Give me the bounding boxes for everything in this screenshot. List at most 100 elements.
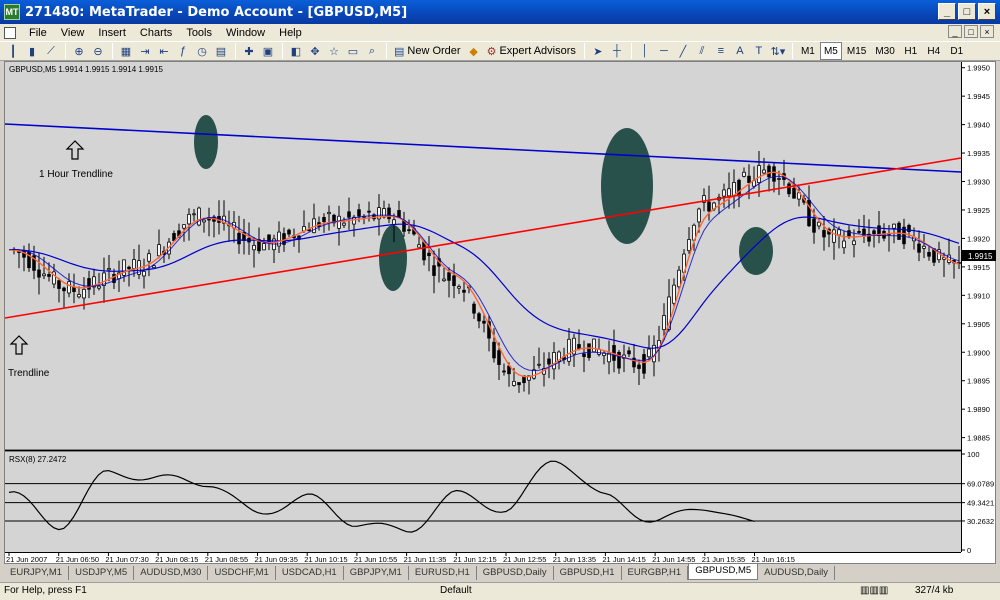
rsx-tick-label: 49.3421 — [967, 499, 994, 508]
timeframe-m15[interactable]: M15 — [843, 42, 870, 60]
price-tick-label: 1.9920 — [967, 234, 990, 243]
zoom-in-icon[interactable]: ⊕ — [70, 42, 88, 60]
new-chart-icon[interactable]: ✚ — [240, 42, 258, 60]
candle-body — [582, 353, 586, 357]
candle-body — [147, 253, 151, 262]
rsx-tick-label: 69.0789 — [967, 480, 994, 489]
candle-body — [327, 211, 331, 215]
profiles-icon[interactable]: ▣ — [259, 42, 277, 60]
candle-body — [142, 270, 146, 277]
candle-body — [497, 350, 501, 365]
vertical-line-icon[interactable]: │ — [636, 42, 654, 60]
candle-body — [107, 268, 111, 271]
tab-gbpusd-daily[interactable]: GBPUSD,Daily — [477, 566, 554, 580]
cursor-icon[interactable]: ➤ — [589, 42, 607, 60]
time-tick-label: 21 Jun 12:15 — [453, 555, 496, 564]
menu-tools[interactable]: Tools — [179, 27, 219, 39]
timeframe-m30[interactable]: M30 — [871, 42, 898, 60]
auto-scroll-icon[interactable]: ⇥ — [136, 42, 154, 60]
tile-windows-icon[interactable]: ▦ — [117, 42, 135, 60]
candle-body — [927, 252, 931, 257]
tab-usdjpy-m5[interactable]: USDJPY,M5 — [69, 566, 135, 580]
menu-file[interactable]: File — [22, 27, 54, 39]
tab-usdchf-m1[interactable]: USDCHF,M1 — [208, 566, 276, 580]
candle-body — [477, 313, 481, 322]
navigator-icon[interactable]: ☆ — [325, 42, 343, 60]
candle-body — [432, 265, 436, 276]
mdi-close-button[interactable]: × — [980, 25, 994, 38]
rsx-tick-label: 0 — [967, 546, 971, 555]
periods-icon[interactable]: ◷ — [193, 42, 211, 60]
trendline-icon[interactable]: ╱ — [674, 42, 692, 60]
tab-eurusd-h1[interactable]: EURUSD,H1 — [409, 566, 477, 580]
minimize-button[interactable]: _ — [938, 3, 956, 20]
candle-body — [387, 207, 391, 220]
status-traffic-icon: ▥▥▥ — [860, 585, 889, 596]
menu-window[interactable]: Window — [219, 27, 272, 39]
annotation-1h-trendline: 1 Hour Trendline — [39, 169, 113, 180]
market-watch-icon[interactable]: ◧ — [287, 42, 305, 60]
candle-body — [832, 229, 836, 243]
templates-icon[interactable]: ▤ — [212, 42, 230, 60]
annotation-trendline: Trendline — [8, 368, 50, 379]
bar-chart-icon[interactable]: ┃ — [4, 42, 22, 60]
tab-usdcad-h1[interactable]: USDCAD,H1 — [276, 566, 344, 580]
time-tick-label: 21 Jun 15:35 — [702, 555, 745, 564]
text-icon[interactable]: A — [731, 42, 749, 60]
candle-body — [517, 382, 521, 386]
zoom-out-icon[interactable]: ⊖ — [89, 42, 107, 60]
candle-body — [72, 286, 76, 292]
expert-advisors-button[interactable]: ⚙ Expert Advisors — [484, 42, 579, 60]
arrows-icon[interactable]: ⇅▾ — [769, 42, 787, 60]
tab-eurgbp-h1[interactable]: EURGBP,H1 — [622, 566, 689, 580]
data-window-icon[interactable]: ✥ — [306, 42, 324, 60]
timeframe-h4[interactable]: H4 — [923, 42, 945, 60]
tab-eurjpy-m1[interactable]: EURJPY,M1 — [4, 566, 70, 580]
menu-insert[interactable]: Insert — [91, 27, 133, 39]
mdi-restore-button[interactable]: □ — [964, 25, 978, 38]
candle-body — [842, 240, 846, 249]
maximize-button[interactable]: □ — [958, 3, 976, 20]
crosshair-icon[interactable]: ┼ — [608, 42, 626, 60]
tab-audusd-m30[interactable]: AUDUSD,M30 — [134, 566, 209, 580]
timeframe-d1[interactable]: D1 — [946, 42, 968, 60]
candle-body — [722, 189, 726, 197]
price-chart[interactable]: 1.9950 1.9945 1.9940 1.9935 1.9930 1.9925 1.99… — [5, 62, 997, 565]
horizontal-line-icon[interactable]: ─ — [655, 42, 673, 60]
fibonacci-icon[interactable]: ≡ — [712, 42, 730, 60]
candle-body — [182, 224, 186, 229]
timeframe-m1[interactable]: M1 — [797, 42, 819, 60]
document-icon[interactable] — [4, 26, 16, 39]
candle-body — [357, 209, 361, 217]
candlestick-icon[interactable]: ▮ — [23, 42, 41, 60]
highlight-ellipse — [194, 115, 218, 169]
menu-charts[interactable]: Charts — [133, 27, 179, 39]
line-chart-icon[interactable]: ⟋ — [42, 42, 60, 60]
candle-body — [552, 352, 556, 370]
tab-gbpusd-h1[interactable]: GBPUSD,H1 — [554, 566, 622, 580]
mdi-minimize-button[interactable]: _ — [948, 25, 962, 38]
menu-help[interactable]: Help — [272, 27, 309, 39]
menu-view[interactable]: View — [54, 27, 92, 39]
rsx-pane[interactable] — [5, 452, 961, 552]
status-bar: For Help, press F1 Default ▥▥▥ 327/4 kb — [0, 582, 1000, 600]
timeframe-m5[interactable]: M5 — [819, 42, 842, 60]
text-label-icon[interactable]: T — [750, 42, 768, 60]
terminal-icon[interactable]: ▭ — [344, 42, 362, 60]
tab-audusd-daily[interactable]: AUDUSD,Daily — [758, 566, 836, 580]
timeframe-h1[interactable]: H1 — [900, 42, 922, 60]
close-button[interactable]: × — [978, 3, 996, 20]
tab-gbpusd-m5[interactable]: GBPUSD,M5 — [688, 564, 759, 580]
candle-body — [367, 210, 371, 213]
new-order-button[interactable]: ▤ New Order — [391, 42, 464, 60]
metaeditor-icon[interactable]: ◆ — [465, 42, 483, 60]
indicators-icon[interactable]: ƒ — [174, 42, 192, 60]
tester-icon[interactable]: ⌕ — [363, 42, 381, 60]
candle-body — [587, 343, 591, 358]
tab-gbpjpy-m1[interactable]: GBPJPY,M1 — [344, 566, 409, 580]
chart-window[interactable]: 1.9950 1.9945 1.9940 1.9935 1.9930 1.9925 1.99… — [4, 61, 996, 564]
candle-body — [647, 348, 651, 358]
candle-body — [847, 230, 851, 237]
chart-shift-icon[interactable]: ⇤ — [155, 42, 173, 60]
channel-icon[interactable]: ⫽ — [693, 42, 711, 60]
